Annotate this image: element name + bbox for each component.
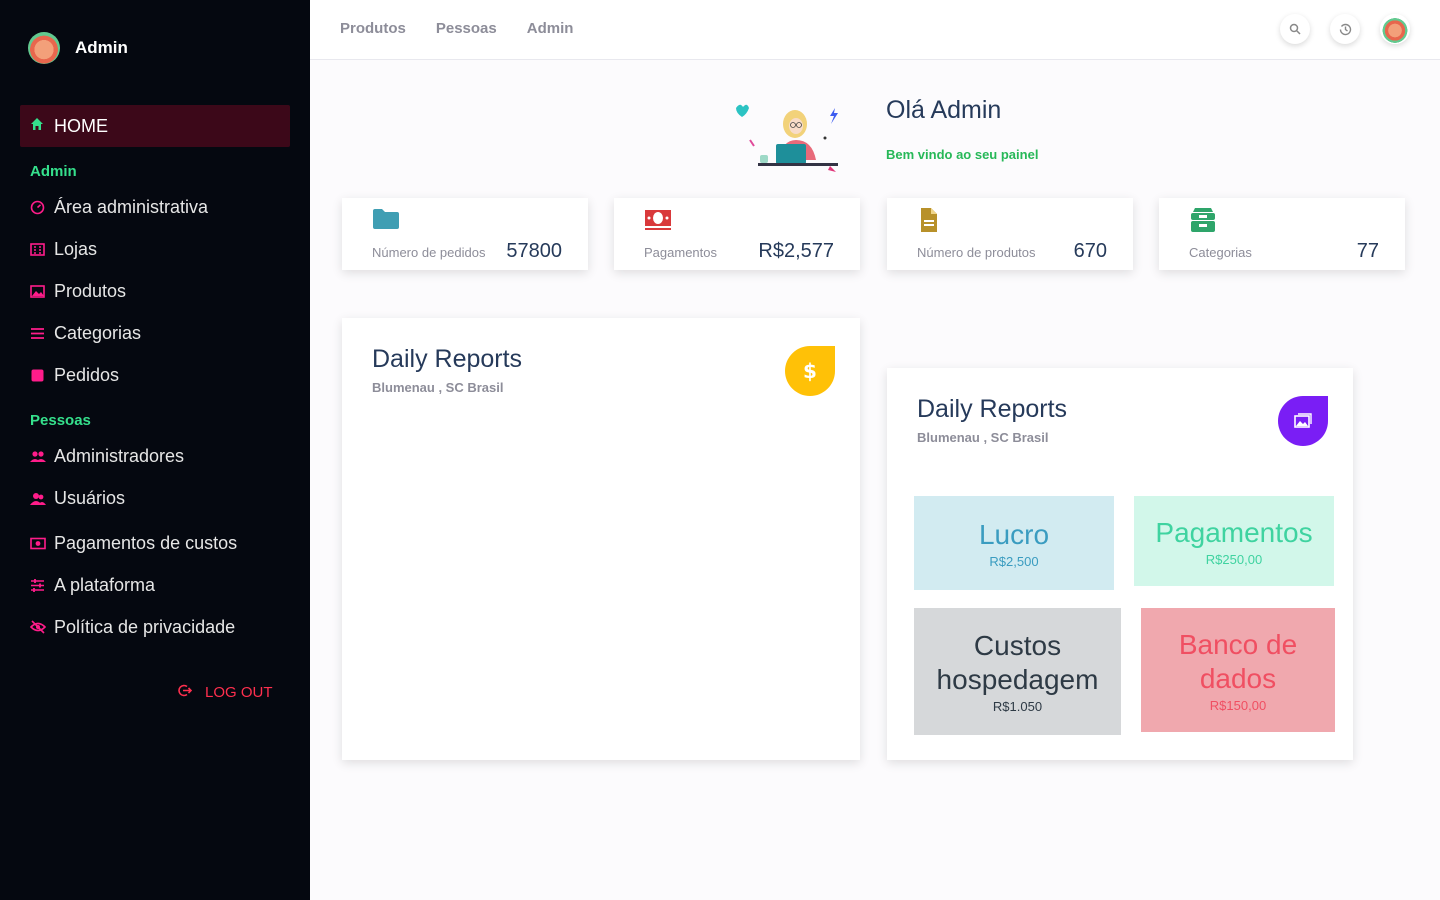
tile-custos-hospedagem: Custos hospedagem R$1.050	[914, 608, 1121, 735]
sidebar-item-pagamentos-de-custos[interactable]: Pagamentos de custos	[30, 529, 237, 557]
tile-title: Lucro	[978, 518, 1050, 550]
list-icon	[30, 326, 54, 341]
sidebar-item-label: Administradores	[54, 445, 185, 466]
sliders-icon	[30, 578, 54, 593]
report-card-1: Daily Reports Blumenau , SC Brasil $	[342, 318, 860, 760]
sidebar-item-label: Pedidos	[54, 364, 120, 385]
sidebar-item-administradores[interactable]: Administradores	[30, 442, 184, 470]
dashboard-icon	[30, 200, 54, 215]
history-button[interactable]	[1330, 14, 1360, 44]
search-button[interactable]	[1280, 14, 1310, 44]
tile-pagamentos: Pagamentos R$250,00	[1134, 496, 1334, 586]
image-icon	[30, 284, 54, 299]
stat-label: Categorias	[1189, 245, 1252, 260]
users-icon	[30, 491, 54, 506]
tile-title: Banco de dados	[1178, 628, 1298, 694]
sidebar-item-label: Lojas	[54, 238, 98, 259]
topnav-admin[interactable]: Admin	[527, 20, 574, 37]
sidebar-item-usuarios[interactable]: Usuários	[30, 484, 125, 512]
sidebar-item-label: Pagamentos de custos	[54, 532, 238, 553]
tile-value: R$250,00	[1205, 551, 1263, 567]
sidebar-item-produtos[interactable]: Produtos	[30, 277, 126, 305]
eye-off-icon	[30, 620, 54, 634]
image-icon	[1278, 396, 1328, 446]
home-icon	[30, 117, 54, 135]
sidebar-item-categorias[interactable]: Categorias	[30, 319, 141, 347]
report-subtitle: Blumenau , SC Brasil	[372, 380, 504, 395]
money-icon	[644, 208, 674, 232]
welcome-illustration	[730, 100, 845, 175]
welcome-title: Olá Admin	[886, 96, 1002, 124]
sidebar-item-a-plataforma[interactable]: A plataforma	[30, 571, 155, 599]
tile-title: Custos hospedagem	[936, 630, 1099, 695]
money-icon	[30, 537, 54, 550]
stat-card-pedidos: Número de pedidos 57800	[342, 198, 588, 270]
report-card-2: Daily Reports Blumenau , SC Brasil Lucro…	[887, 368, 1353, 760]
report-subtitle: Blumenau , SC Brasil	[917, 430, 1049, 445]
stat-card-produtos: Número de produtos 670	[887, 198, 1133, 270]
stat-value: R$2,577	[758, 240, 834, 262]
square-icon	[30, 368, 54, 383]
sidebar: Admin HOME Admin Área administrativa Loj…	[0, 0, 310, 900]
user-avatar-button[interactable]	[1380, 14, 1410, 44]
file-icon	[917, 208, 947, 232]
tile-title: Pagamentos	[1155, 516, 1313, 548]
people-icon	[30, 449, 54, 464]
avatar	[28, 32, 60, 64]
top-nav: Produtos Pessoas Admin	[340, 20, 573, 37]
logout-icon	[177, 683, 205, 702]
sidebar-item-label: Usuários	[54, 487, 126, 508]
stat-label: Número de pedidos	[372, 245, 486, 260]
topbar: Produtos Pessoas Admin	[310, 0, 1440, 60]
stat-value: 670	[1073, 240, 1107, 262]
brand[interactable]: Admin	[28, 32, 128, 64]
sidebar-item-label: Área administrativa	[54, 196, 209, 217]
sidebar-item-politica-de-privacidade[interactable]: Política de privacidade	[30, 613, 235, 641]
tile-value: R$1.050	[992, 699, 1043, 714]
tile-lucro: Lucro R$2,500	[914, 496, 1114, 590]
sidebar-item-label: Política de privacidade	[54, 616, 236, 637]
report-title: Daily Reports	[372, 345, 523, 373]
tile-value: R$2,500	[989, 553, 1039, 569]
sidebar-item-pedidos[interactable]: Pedidos	[30, 361, 119, 389]
stat-label: Número de produtos	[917, 245, 1036, 260]
sidebar-item-area-administrativa[interactable]: Área administrativa	[30, 193, 208, 221]
dollar-icon: $	[785, 346, 835, 396]
topnav-produtos[interactable]: Produtos	[340, 20, 406, 37]
sidebar-item-home[interactable]: HOME	[20, 105, 290, 147]
tile-value: R$150,00	[1209, 697, 1267, 713]
stat-label: Pagamentos	[644, 245, 717, 260]
welcome-subtitle: Bem vindo ao seu painel	[886, 147, 1039, 162]
topnav-pessoas[interactable]: Pessoas	[436, 20, 497, 37]
store-icon	[30, 242, 54, 257]
stat-value: 77	[1356, 240, 1379, 262]
section-admin: Admin	[30, 163, 77, 180]
stat-card-categorias: Categorias 77	[1159, 198, 1405, 270]
logout-label: LOG OUT	[205, 684, 273, 701]
tile-banco-de-dados: Banco de dados R$150,00	[1141, 608, 1335, 732]
top-icons	[1280, 14, 1410, 44]
stat-value: 57800	[506, 240, 562, 262]
sidebar-item-label: Produtos	[54, 280, 127, 301]
sidebar-item-label: HOME	[54, 115, 108, 136]
report-title: Daily Reports	[917, 395, 1068, 423]
history-icon	[1339, 23, 1351, 35]
sidebar-item-lojas[interactable]: Lojas	[30, 235, 97, 263]
archive-icon	[1189, 208, 1219, 232]
stat-card-pagamentos: Pagamentos R$2,577	[614, 198, 860, 270]
sidebar-item-label: Categorias	[54, 322, 142, 343]
brand-name: Admin	[75, 38, 128, 57]
section-pessoas: Pessoas	[30, 412, 91, 429]
sidebar-item-label: A plataforma	[54, 574, 156, 595]
logout-button[interactable]: LOG OUT	[177, 683, 273, 702]
folder-icon	[372, 208, 402, 232]
search-icon	[1289, 23, 1301, 35]
